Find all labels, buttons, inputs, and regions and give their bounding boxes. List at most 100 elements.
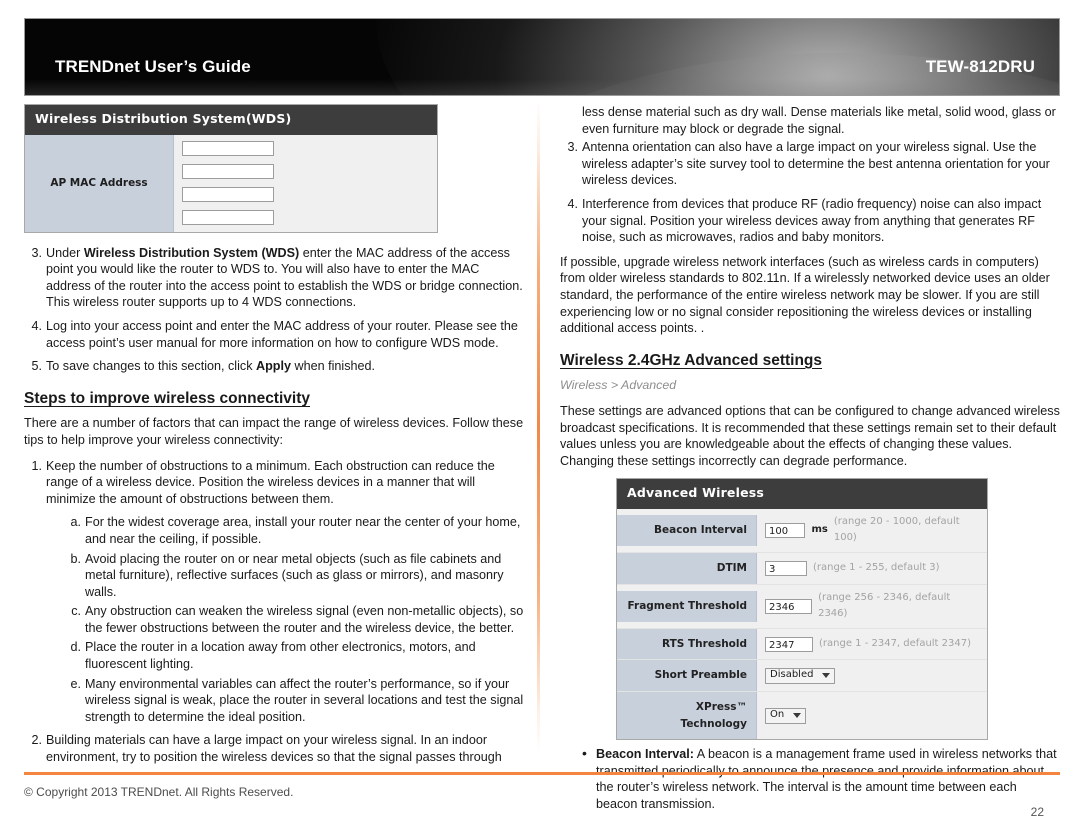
- dtim-field: 3 (range 1 - 255, default 3): [757, 555, 987, 582]
- list-item: 4. Interference from devices that produce…: [560, 196, 1060, 246]
- table-row: DTIM 3 (range 1 - 255, default 3): [617, 552, 987, 584]
- header-guide-title: TRENDnet User’s Guide: [55, 57, 251, 76]
- wds-mac-input-4[interactable]: [182, 209, 274, 225]
- list-item: e. Many environmental variables can affec…: [66, 676, 524, 726]
- table-row: Short Preamble Disabled: [617, 659, 987, 692]
- list-marker: a.: [70, 515, 81, 530]
- step-text-pre: Under: [46, 245, 84, 260]
- tip-text: Building materials can have a large impa…: [46, 733, 502, 765]
- steps-to-improve-heading: Steps to improve wireless connectivity: [24, 389, 310, 407]
- table-row: Beacon Interval 100 ms (range 20 - 1000,…: [617, 508, 987, 553]
- wds-mac-input-1[interactable]: [182, 140, 274, 156]
- tip-text: Keep the number of obstructions to a min…: [46, 458, 495, 506]
- list-item: b. Avoid placing the router on or near me…: [66, 551, 524, 601]
- subtip-text: Any obstruction can weaken the wireless …: [85, 604, 524, 635]
- chevron-down-icon: [793, 713, 802, 719]
- fragment-threshold-input[interactable]: 2346: [765, 598, 813, 614]
- left-column: Wireless Distribution System(WDS) AP MAC…: [24, 104, 524, 774]
- short-preamble-label: Short Preamble: [617, 660, 757, 692]
- wds-mac-input-3[interactable]: [182, 186, 274, 202]
- wireless-tips-sublist: a. For the widest coverage area, install …: [46, 514, 524, 725]
- list-marker: 4.: [31, 318, 42, 333]
- wireless-tips-list: 1. Keep the number of obstructions to a m…: [24, 458, 524, 766]
- upgrade-paragraph: If possible, upgrade wireless network in…: [560, 254, 1050, 336]
- list-marker: b.: [70, 551, 81, 566]
- list-marker: 1.: [31, 458, 42, 473]
- table-row: RTS Threshold 2347 (range 1 - 2347, defa…: [617, 627, 987, 660]
- list-marker: d.: [70, 640, 81, 655]
- advanced-wireless-panel-title: Advanced Wireless: [617, 479, 987, 509]
- list-marker: e.: [70, 676, 81, 691]
- breadcrumb: Wireless > Advanced: [560, 378, 677, 393]
- rts-threshold-field: 2347 (range 1 - 2347, default 2347): [757, 630, 987, 658]
- bullet-icon: •: [582, 745, 587, 762]
- table-row: XPress™ Technology On: [617, 691, 987, 740]
- tip-text: Antenna orientation can also have a larg…: [582, 140, 1050, 188]
- footer-copyright: © Copyright 2013 TRENDnet. All Rights Re…: [24, 785, 294, 799]
- advanced-wireless-rows: Beacon Interval 100 ms (range 20 - 1000,…: [617, 508, 987, 740]
- rts-threshold-input[interactable]: 2347: [765, 636, 813, 652]
- list-marker: c.: [71, 604, 81, 619]
- wds-steps-list: 3. Under Wireless Distribution System (WD…: [24, 245, 524, 375]
- subtip-text: For the widest coverage area, install yo…: [85, 515, 521, 546]
- beacon-interval-hint: (range 20 - 1000, default 100): [833, 515, 960, 544]
- beacon-interval-input[interactable]: 100: [765, 522, 806, 538]
- wds-panel-body: AP MAC Address: [25, 134, 437, 232]
- list-marker: 4.: [567, 196, 578, 211]
- xpress-technology-selected-value: On: [770, 709, 785, 721]
- list-item: c. Any obstruction can weaken the wireles…: [66, 603, 524, 636]
- right-column: less dense material such as dry wall. De…: [560, 104, 1060, 819]
- wds-input-group: [174, 134, 437, 232]
- step-text-post: when finished.: [290, 359, 375, 374]
- table-row: Fragment Threshold 2346 (range 256 - 234…: [617, 583, 987, 628]
- list-item: 5. To save changes to this section, click…: [24, 358, 524, 375]
- fragment-threshold-field: 2346 (range 256 - 2346, default 2346): [757, 584, 987, 628]
- beacon-interval-label: Beacon Interval: [617, 515, 757, 546]
- dtim-hint: (range 1 - 255, default 3): [813, 562, 940, 574]
- subtip-text: Avoid placing the router on or near meta…: [85, 551, 504, 599]
- short-preamble-selected-value: Disabled: [770, 669, 814, 681]
- dtim-input[interactable]: 3: [765, 560, 807, 576]
- header-model-number: TEW-812DRU: [925, 57, 1035, 76]
- wds-ap-mac-address-label: AP MAC Address: [25, 134, 174, 232]
- short-preamble-select[interactable]: Disabled: [765, 667, 836, 684]
- header-sheen-decoration: [25, 79, 1059, 95]
- list-item: 2. Building materials can have a large im…: [24, 732, 524, 765]
- rts-threshold-hint: (range 1 - 2347, default 2347): [819, 637, 972, 649]
- advanced-settings-heading: Wireless 2.4GHz Advanced settings: [560, 351, 823, 369]
- short-preamble-field: Disabled: [757, 662, 987, 689]
- list-item: a. For the widest coverage area, install …: [66, 514, 524, 547]
- list-item: 4. Log into your access point and enter t…: [24, 318, 524, 351]
- step-text-bold: Apply: [256, 359, 291, 374]
- dtim-label: DTIM: [617, 553, 757, 584]
- xpress-technology-select[interactable]: On: [765, 707, 807, 724]
- advanced-wireless-panel: Advanced Wireless Beacon Interval 100 ms…: [616, 478, 988, 741]
- list-marker: 3.: [567, 140, 578, 155]
- beacon-interval-field: 100 ms (range 20 - 1000, default 100): [757, 508, 987, 553]
- chevron-down-icon: [822, 673, 831, 679]
- list-marker: 5.: [31, 359, 42, 374]
- list-item: d. Place the router in a location away fr…: [66, 639, 524, 672]
- subtip-text: Many environmental variables can affect …: [85, 676, 524, 724]
- list-marker: 2.: [31, 733, 42, 748]
- step-text-pre: To save changes to this section, click: [46, 359, 256, 374]
- list-item: 3. Antenna orientation can also have a la…: [560, 139, 1060, 189]
- wds-settings-panel: Wireless Distribution System(WDS) AP MAC…: [24, 104, 438, 233]
- step-text-pre: Log into your access point and enter the…: [46, 318, 518, 350]
- wds-mac-input-2[interactable]: [182, 163, 274, 179]
- tip-text: Interference from devices that produce R…: [582, 196, 1042, 245]
- beacon-interval-unit: ms: [811, 524, 828, 536]
- subtip-text: Place the router in a location away from…: [85, 640, 476, 672]
- list-marker: 3.: [31, 245, 42, 260]
- page-number: 22: [1030, 805, 1044, 819]
- page-header-banner: TRENDnet User’s Guide TEW-812DRU: [24, 18, 1060, 96]
- list-item: 3. Under Wireless Distribution System (WD…: [24, 245, 524, 311]
- xpress-technology-label: XPress™ Technology: [617, 692, 757, 740]
- advanced-settings-bullets: • Beacon Interval: A beacon is a manageme…: [560, 745, 1060, 812]
- wireless-tips-list-continued: 3. Antenna orientation can also have a la…: [560, 139, 1060, 246]
- column-divider: [537, 100, 540, 755]
- list-item: • Beacon Interval: A beacon is a manageme…: [560, 745, 1060, 812]
- advanced-settings-paragraph: These settings are advanced options that…: [560, 403, 1060, 468]
- steps-intro-paragraph: There are a number of factors that can i…: [24, 416, 524, 447]
- wds-panel-title: Wireless Distribution System(WDS): [25, 105, 437, 135]
